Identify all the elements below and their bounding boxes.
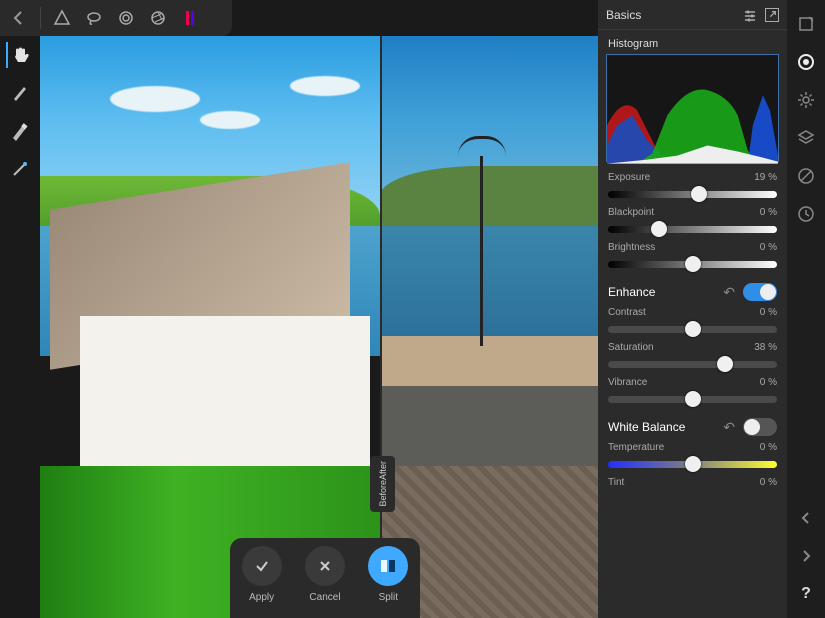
brush-tool-icon[interactable] — [7, 80, 33, 106]
temperature-value: 0 % — [760, 442, 777, 453]
action-bar: Apply Cancel Split — [230, 538, 420, 618]
gear-icon[interactable] — [794, 88, 818, 112]
sliders-icon[interactable] — [743, 8, 757, 22]
canvas[interactable] — [40, 36, 598, 618]
split-label: Split — [379, 592, 398, 603]
left-tool-strip — [0, 36, 40, 618]
undo-icon[interactable]: ↶ — [723, 419, 735, 436]
exposure-slider[interactable] — [608, 187, 777, 201]
split-button[interactable] — [368, 546, 408, 586]
triangle-icon[interactable] — [51, 7, 73, 29]
help-icon[interactable]: ? — [794, 582, 818, 606]
contrast-label: Contrast — [608, 307, 646, 318]
hand-tool-icon[interactable] — [6, 42, 32, 68]
vibrance-label: Vibrance — [608, 377, 647, 388]
blackpoint-label: Blackpoint — [608, 207, 654, 218]
histogram-label: Histogram — [598, 30, 787, 54]
temperature-label: Temperature — [608, 442, 664, 453]
split-divider[interactable] — [380, 36, 382, 618]
lens-icon[interactable] — [794, 50, 818, 74]
spiral-icon[interactable] — [115, 7, 137, 29]
after-label: After — [377, 461, 389, 480]
right-icon-strip: ? — [787, 0, 825, 618]
exposure-value: 19 % — [754, 172, 777, 183]
histogram — [606, 54, 779, 162]
saturation-label: Saturation — [608, 342, 654, 353]
enhance-toggle[interactable] — [743, 283, 777, 301]
circle-slash-icon[interactable] — [794, 164, 818, 188]
panel-title: Basics — [606, 8, 641, 22]
top-toolbar — [0, 0, 232, 36]
temperature-slider[interactable] — [608, 457, 777, 471]
brightness-slider[interactable] — [608, 257, 777, 271]
swatch-icon[interactable] — [179, 7, 201, 29]
aperture-icon[interactable] — [147, 7, 169, 29]
adjustments-panel: Basics Histogram Exposure 19 % Blackpoint… — [598, 0, 787, 618]
tint-value: 0 % — [760, 477, 777, 488]
cancel-button[interactable] — [305, 546, 345, 586]
blackpoint-value: 0 % — [760, 207, 777, 218]
crop-icon[interactable] — [794, 12, 818, 36]
chevron-left-icon[interactable] — [794, 506, 818, 530]
blackpoint-slider[interactable] — [608, 222, 777, 236]
wand-tool-icon[interactable] — [7, 156, 33, 182]
layers-icon[interactable] — [794, 126, 818, 150]
contrast-slider[interactable] — [608, 322, 777, 336]
tint-label: Tint — [608, 477, 624, 488]
pencil-tool-icon[interactable] — [7, 118, 33, 144]
vibrance-slider[interactable] — [608, 392, 777, 406]
undo-icon[interactable]: ↶ — [723, 284, 735, 301]
wb-toggle[interactable] — [743, 418, 777, 436]
popout-icon[interactable] — [765, 8, 779, 22]
apply-label: Apply — [249, 592, 274, 603]
saturation-slider[interactable] — [608, 357, 777, 371]
wb-title: White Balance — [608, 420, 685, 434]
apply-button[interactable] — [242, 546, 282, 586]
contrast-value: 0 % — [760, 307, 777, 318]
back-button[interactable] — [8, 7, 30, 29]
exposure-label: Exposure — [608, 172, 650, 183]
lasso-icon[interactable] — [83, 7, 105, 29]
before-label: Before — [377, 480, 389, 507]
split-label-tab[interactable]: After Before — [370, 456, 395, 512]
saturation-value: 38 % — [754, 342, 777, 353]
brightness-label: Brightness — [608, 242, 655, 253]
chevron-right-icon[interactable] — [794, 544, 818, 568]
cancel-label: Cancel — [309, 592, 340, 603]
enhance-title: Enhance — [608, 285, 655, 299]
brightness-value: 0 % — [760, 242, 777, 253]
separator — [40, 7, 41, 29]
clock-icon[interactable] — [794, 202, 818, 226]
vibrance-value: 0 % — [760, 377, 777, 388]
